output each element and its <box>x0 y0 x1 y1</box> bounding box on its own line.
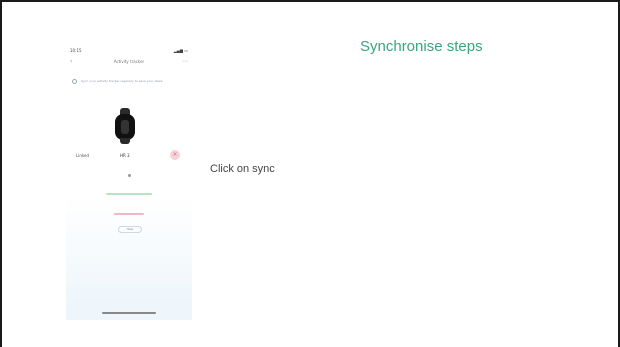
more-icon[interactable]: ⋯ <box>182 58 188 65</box>
status-bar: 10:15 ▂▄▆ ▭ <box>66 48 192 56</box>
status-time: 10:15 <box>70 48 82 53</box>
nav-bar: ‹ Activity tracker ⋯ <box>66 58 192 68</box>
sync-link[interactable] <box>106 193 152 195</box>
device-name: HR 3 <box>120 153 130 158</box>
info-icon <box>72 79 77 84</box>
remove-link[interactable] <box>114 213 144 215</box>
notice-text: Sync your activity tracker regularly to … <box>81 79 163 83</box>
help-button[interactable]: Help <box>118 226 142 233</box>
close-icon[interactable]: × <box>170 150 180 160</box>
device-row: Linked HR 3 × <box>66 150 192 164</box>
slide-title: Synchronise steps <box>360 38 483 55</box>
phone-screenshot: 10:15 ▂▄▆ ▭ ‹ Activity tracker ⋯ Sync yo… <box>66 46 192 320</box>
device-label: Linked <box>76 153 90 158</box>
status-icons: ▂▄▆ ▭ <box>173 48 188 53</box>
home-indicator <box>102 312 156 314</box>
tracker-image <box>112 108 138 144</box>
nav-title: Activity tracker <box>113 59 145 64</box>
slide-caption: Click on sync <box>210 163 275 175</box>
bluetooth-icon <box>128 174 131 177</box>
sync-notice: Sync your activity tracker regularly to … <box>72 79 186 91</box>
slide: Synchronise steps Click on sync 10:15 ▂▄… <box>0 0 620 347</box>
